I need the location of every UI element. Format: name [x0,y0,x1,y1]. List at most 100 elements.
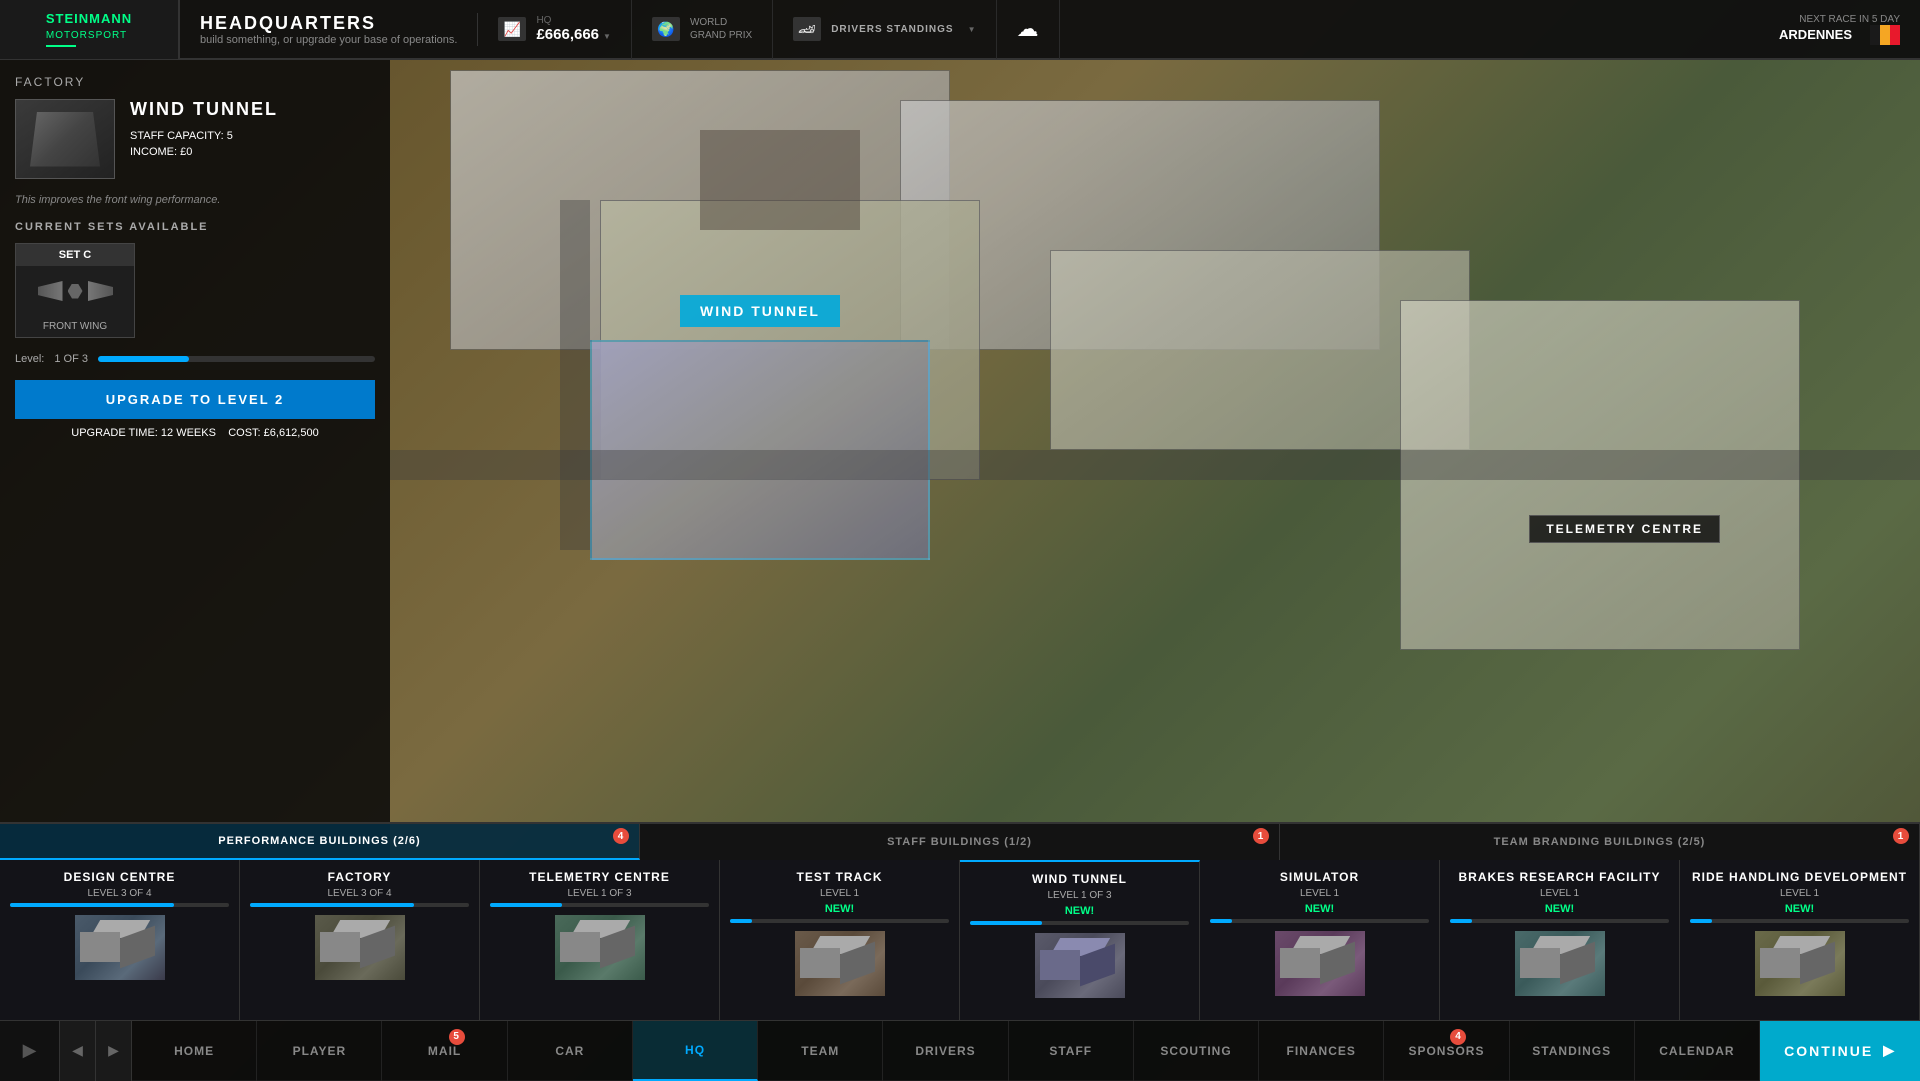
nav-item-staff[interactable]: Staff [1009,1021,1134,1081]
grand-prix-label: GRAND PRIX [690,29,752,42]
building-name-1: Factory [328,870,392,884]
nav-item-hq[interactable]: HQ [633,1021,758,1081]
building-bar-6 [1450,919,1669,923]
upgrade-time-label: UPGRADE TIME: [71,427,158,439]
income-stat: INCOME: £0 [130,146,278,158]
building-icon-4 [1035,933,1125,998]
hq-label: HQ [536,15,611,26]
level-bar [98,356,375,362]
iso-front-7 [1760,948,1800,978]
continue-button[interactable]: Continue ▶ [1760,1021,1920,1081]
buildings-list: Design Centre LEVEL 3 OF 4 Factory LEVEL… [0,860,1920,1020]
building-card-factory[interactable]: Factory LEVEL 3 OF 4 [240,860,480,1020]
building-icon-5 [1275,931,1365,996]
nav-item-standings[interactable]: Standings [1510,1021,1635,1081]
building-name-0: Design Centre [64,870,176,884]
drivers-standings-section[interactable]: 🏎 DRIVERS STANDINGS ▼ [773,0,996,59]
building-description: This improves the front wing performance… [15,194,375,206]
buildings-tab-1[interactable]: STAFF BUILDINGS (1/2)1 [640,824,1280,860]
building-bar-4 [970,921,1189,925]
building-bar-fill-5 [1210,919,1232,923]
building-bar-fill-4 [970,921,1042,925]
nav-item-finances[interactable]: Finances [1259,1021,1384,1081]
wind-tunnel-map-label: WIND TUNNEL [680,295,840,327]
building-level-7: LEVEL 1 [1780,888,1819,899]
building-card-ride[interactable]: Ride Handling Development LEVEL 1 NEW! [1680,860,1920,1020]
continue-arrow-icon: ▶ [1883,1042,1896,1059]
building-name-4: Wind Tunnel [1032,872,1127,886]
header: STEINMANN MOTORSPORT HEADQUARTERS build … [0,0,1920,60]
building-new-6: NEW! [1545,903,1574,915]
building-card-test-track[interactable]: Test Track LEVEL 1 NEW! [720,860,960,1020]
building-bar-3 [730,919,949,923]
nav-item-car[interactable]: Car [508,1021,633,1081]
nav-item-drivers[interactable]: Drivers [883,1021,1008,1081]
building-bar-1 [250,903,469,907]
upgrade-details: UPGRADE TIME: 12 WEEKS COST: £6,612,500 [15,427,375,439]
nav-back-arrow[interactable]: ◀ [60,1021,96,1081]
upgrade-cost-value: £6,612,500 [264,427,319,439]
building-name-7: Ride Handling Development [1692,870,1907,884]
weather-section[interactable]: ☁ [997,0,1060,59]
building-header: WIND TUNNEL STAFF CAPACITY: 5 INCOME: £0 [15,99,375,179]
buildings-tab-2[interactable]: TEAM BRANDING BUILDINGS (2/5)1 [1280,824,1920,860]
nav-forward-arrow[interactable]: ▶ [96,1021,132,1081]
iso-building-5 [1280,936,1360,991]
iso-building-0 [80,920,160,975]
cloud-icon: ☁ [1017,16,1039,42]
building-icon [15,99,115,179]
nav-item-calendar[interactable]: Calendar [1635,1021,1760,1081]
building-name-6: Brakes Research Facility [1458,870,1660,884]
nav-item-mail[interactable]: Mail5 [382,1021,507,1081]
building-new-4: NEW! [1065,905,1094,917]
next-race-section: NEXT RACE IN 5 DAY ARDENNES [1759,14,1920,45]
iso-front-6 [1520,948,1560,978]
level-display: 1 OF 3 [54,353,88,365]
building-bar-fill-1 [250,903,414,907]
iso-front-5 [1280,948,1320,978]
nav-item-team[interactable]: Team [758,1021,883,1081]
building-icon-0 [75,915,165,980]
building-card-wind-tunnel[interactable]: Wind Tunnel LEVEL 1 OF 3 NEW! [960,860,1200,1020]
building-card-brakes[interactable]: Brakes Research Facility LEVEL 1 NEW! [1440,860,1680,1020]
building-card-simulator[interactable]: Simulator LEVEL 1 NEW! [1200,860,1440,1020]
set-card: SET C FRONT WING [15,243,135,338]
staff-capacity-stat: STAFF CAPACITY: 5 [130,130,278,142]
set-part-name: FRONT WING [16,316,134,337]
section-label: FACTORY [15,75,375,89]
building-icon-6 [1515,931,1605,996]
upgrade-button[interactable]: UPGRADE TO LEVEL 2 [15,380,375,419]
wing-connector [68,284,83,299]
iso-building-1 [320,920,400,975]
buildings-tab-0[interactable]: PERFORMANCE BUILDINGS (2/6)4 [0,824,640,860]
drivers-dropdown-icon: ▼ [968,25,976,34]
buildings-tabs: PERFORMANCE BUILDINGS (2/6)4STAFF BUILDI… [0,824,1920,860]
building-icon-3 [795,931,885,996]
drivers-icon: 🏎 [793,17,821,41]
iso-front-3 [800,948,840,978]
nav-item-player[interactable]: Player [257,1021,382,1081]
nav-item-sponsors[interactable]: Sponsors4 [1384,1021,1509,1081]
level-label: Level: [15,353,44,365]
world-grand-prix-section[interactable]: 🌍 WORLD GRAND PRIX [632,0,773,59]
page-title-area: HEADQUARTERS build something, or upgrade… [180,13,478,46]
header-center: 📈 HQ £666,666 🌍 WORLD GRAND PRIX 🏎 DRIVE… [478,0,1759,59]
building-card-design-centre[interactable]: Design Centre LEVEL 3 OF 4 [0,860,240,1020]
nav-logo-icon: ▶ [23,1040,37,1061]
iso-front-4 [1040,950,1080,980]
building-card-telemetry[interactable]: Telemetry Centre LEVEL 1 OF 3 [480,860,720,1020]
nav-item-scouting[interactable]: Scouting [1134,1021,1259,1081]
continue-label: Continue [1784,1043,1873,1059]
level-bar-fill [98,356,189,362]
hq-funds-section[interactable]: 📈 HQ £666,666 [478,0,632,59]
building-name: WIND TUNNEL [130,99,278,120]
iso-front-2 [560,932,600,962]
building-bar-5 [1210,919,1429,923]
upgrade-cost-label: COST: [228,427,260,439]
tab-badge-0: 4 [613,828,629,844]
flag-belgium [1870,25,1900,45]
iso-building-6 [1520,936,1600,991]
bottom-nav: ▶ ◀ ▶ HomePlayerMail5CarHQTeamDriversSta… [0,1020,1920,1080]
nav-item-home[interactable]: Home [132,1021,257,1081]
tab-badge-1: 1 [1253,828,1269,844]
